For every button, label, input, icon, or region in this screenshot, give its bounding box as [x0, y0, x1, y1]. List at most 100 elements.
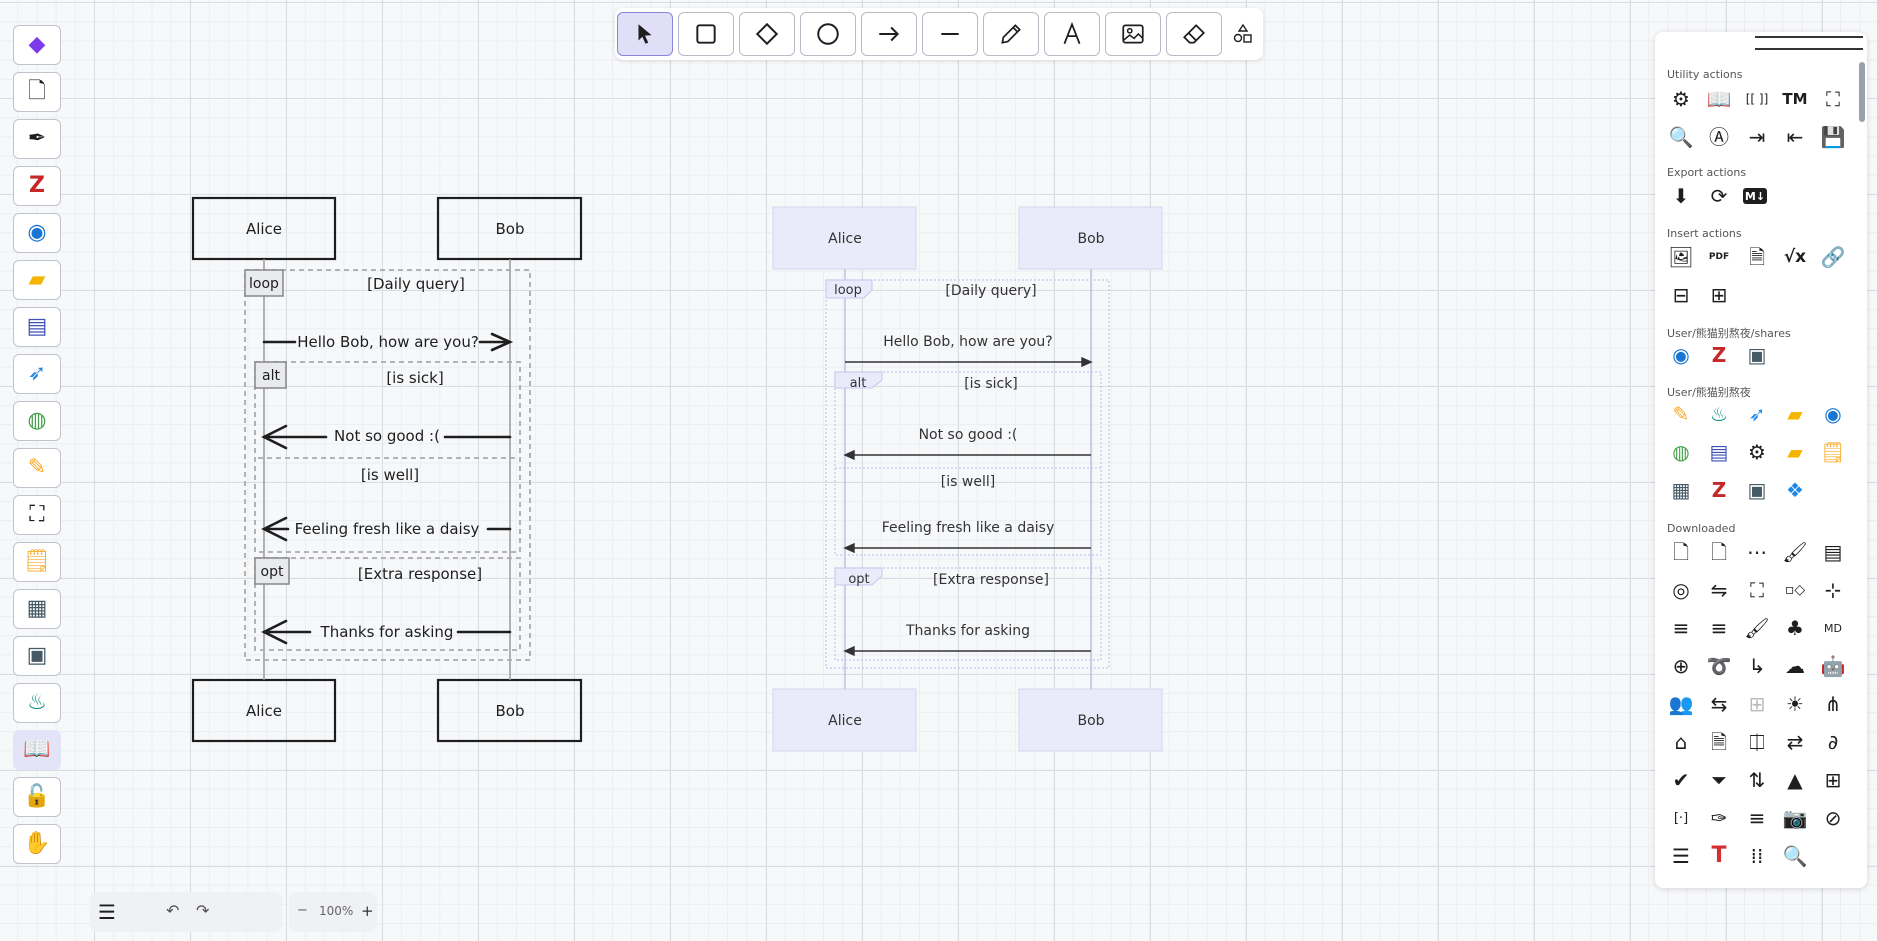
pdf-icon[interactable]: PDF	[1705, 243, 1733, 271]
folder-button[interactable]: ▰	[13, 260, 61, 300]
list-arrow-icon[interactable]: ≡	[1667, 614, 1695, 642]
slides-button[interactable]: ▦	[13, 589, 61, 629]
flow-icon[interactable]: ⋯	[1743, 538, 1771, 566]
edge-button[interactable]: ◉	[13, 213, 61, 253]
file-link-icon[interactable]: 🗋	[1667, 538, 1695, 566]
page-icon[interactable]: 🗎	[1705, 728, 1733, 756]
brackets-icon[interactable]: [[ ]]	[1743, 85, 1771, 113]
download-icon[interactable]: ⬇	[1667, 182, 1695, 210]
monitor-button[interactable]: ▣	[13, 636, 61, 676]
hand-button[interactable]: ✋	[13, 824, 61, 864]
align-left-icon[interactable]: ≡	[1743, 804, 1771, 832]
arrow-tool-button[interactable]	[861, 12, 917, 56]
eraser-tool-button[interactable]	[1166, 12, 1222, 56]
curve-icon[interactable]: ∂	[1819, 728, 1847, 756]
formula-icon[interactable]: √x	[1781, 243, 1809, 271]
pen-button[interactable]: ✒	[13, 119, 61, 159]
text-tool-button[interactable]	[1044, 12, 1100, 56]
sun-icon[interactable]: ☀	[1781, 690, 1809, 718]
stamp-icon[interactable]: ✑	[1705, 804, 1733, 832]
zoom-out-button[interactable]: −	[297, 903, 308, 918]
cloud-icon[interactable]: ☁	[1781, 652, 1809, 680]
unlock-button[interactable]: 🔓	[13, 777, 61, 817]
robot-icon[interactable]: 🤖	[1819, 652, 1847, 680]
notes-icon[interactable]: 🗒	[1819, 438, 1847, 466]
users-icon[interactable]: 👥	[1667, 690, 1695, 718]
text-style-icon[interactable]: T	[1705, 842, 1733, 870]
hamburger-icon[interactable]: ☰	[98, 900, 116, 924]
app-button[interactable]: ▤	[13, 307, 61, 347]
bird-button[interactable]: ➶	[13, 354, 61, 394]
elbow-arrow-icon[interactable]: ↳	[1743, 652, 1771, 680]
share-nodes-icon[interactable]: ⋔	[1819, 690, 1847, 718]
settings-icon[interactable]: ⚙	[1667, 85, 1695, 113]
zotero-button[interactable]: Z	[13, 166, 61, 206]
refresh-image-icon[interactable]: ⟳	[1705, 182, 1733, 210]
monitor-icon[interactable]: ▣	[1743, 476, 1771, 504]
panel-scrollbar[interactable]	[1859, 62, 1865, 122]
note-icon[interactable]: ▰	[1781, 400, 1809, 428]
selection-tool-button[interactable]	[617, 12, 673, 56]
undo-icon[interactable]: ↶	[166, 901, 179, 920]
crop-icon[interactable]: ⛶	[1743, 576, 1771, 604]
dots-grid-icon[interactable]: ⁞⁞	[1743, 842, 1771, 870]
highlighter-button[interactable]: ✎	[13, 448, 61, 488]
slides-icon[interactable]: ▦	[1667, 476, 1695, 504]
text-box-icon[interactable]: ⎅	[1743, 728, 1771, 756]
panel-drag-handle[interactable]	[1755, 36, 1863, 50]
rectangle-tool-button[interactable]	[678, 12, 734, 56]
paint-roller-icon[interactable]: 🖌	[1743, 614, 1771, 642]
image-tool-button[interactable]	[1105, 12, 1161, 56]
layout-icon[interactable]: ▤	[1819, 538, 1847, 566]
list-pen-icon[interactable]: ≡	[1705, 614, 1733, 642]
brush-icon[interactable]: 🖌	[1781, 538, 1809, 566]
gear-icon[interactable]: ⚙	[1743, 438, 1771, 466]
document-icon[interactable]: 🗎	[1743, 243, 1771, 271]
insert-image-icon[interactable]: 🖼	[1667, 243, 1695, 271]
lasso-icon[interactable]: ➰	[1705, 652, 1733, 680]
camera-icon[interactable]: 📷	[1781, 804, 1809, 832]
clean-diagram[interactable]: Alice Bob Alice Bob loop alt opt [Daily …	[0, 0, 1877, 941]
circles-icon[interactable]: ◎	[1667, 576, 1695, 604]
more-shapes-button[interactable]	[1227, 12, 1259, 56]
line-tool-button[interactable]	[922, 12, 978, 56]
link-icon[interactable]: 🔗	[1819, 243, 1847, 271]
edge-icon[interactable]: ◉	[1819, 400, 1847, 428]
redo-icon[interactable]: ↷	[196, 901, 209, 920]
zoom-in-icon[interactable]: 🔍	[1781, 842, 1809, 870]
grid-icon[interactable]: ⊞	[1743, 690, 1771, 718]
folder-icon[interactable]: ▰	[1781, 438, 1809, 466]
markdown-icon[interactable]: M↓	[1743, 188, 1767, 204]
book-icon[interactable]: 📖	[1705, 85, 1733, 113]
ocr-icon[interactable]: Ⓐ	[1705, 123, 1733, 151]
pyramid-icon[interactable]: ▲	[1781, 766, 1809, 794]
edge-icon[interactable]: ◉	[1667, 341, 1695, 369]
flip-icon[interactable]: ⇆	[1705, 690, 1733, 718]
monitor-icon[interactable]: ▣	[1743, 341, 1771, 369]
new-file-button[interactable]: 🗋	[13, 72, 61, 112]
painter-button[interactable]: ♨	[13, 683, 61, 723]
table-icon[interactable]: ⊞	[1819, 766, 1847, 794]
export-file-icon[interactable]: ⇤	[1781, 123, 1809, 151]
zoom-level[interactable]: 100%	[319, 904, 353, 918]
frame-button[interactable]: ⛶	[13, 495, 61, 535]
bullet-list-icon[interactable]: ☰	[1667, 842, 1695, 870]
ellipse-tool-button[interactable]	[800, 12, 856, 56]
presentation-icon[interactable]: ⌂	[1667, 728, 1695, 756]
zotero-icon[interactable]: Z	[1705, 341, 1733, 369]
fullscreen-icon[interactable]: ⛶	[1819, 85, 1847, 113]
hierarchy-icon[interactable]: ♣	[1781, 614, 1809, 642]
file-add-icon[interactable]: 🗋	[1705, 538, 1733, 566]
mirror-icon[interactable]: ⇋	[1705, 576, 1733, 604]
double-check-icon[interactable]: ✔	[1667, 766, 1695, 794]
app-icon[interactable]: ▤	[1705, 438, 1733, 466]
book-button[interactable]: 📖	[13, 730, 61, 770]
embed-link-icon[interactable]: ⊟	[1667, 281, 1695, 309]
brackets-expand-icon[interactable]: [·]	[1667, 804, 1695, 832]
sort-icon[interactable]: ⇅	[1743, 766, 1771, 794]
swap-icon[interactable]: ⇄	[1781, 728, 1809, 756]
markdown-add-icon[interactable]: MD	[1819, 614, 1847, 642]
notes-button[interactable]: 🗒	[13, 542, 61, 582]
filter-icon[interactable]: ⏷	[1705, 766, 1733, 794]
draw-tool-button[interactable]	[983, 12, 1039, 56]
